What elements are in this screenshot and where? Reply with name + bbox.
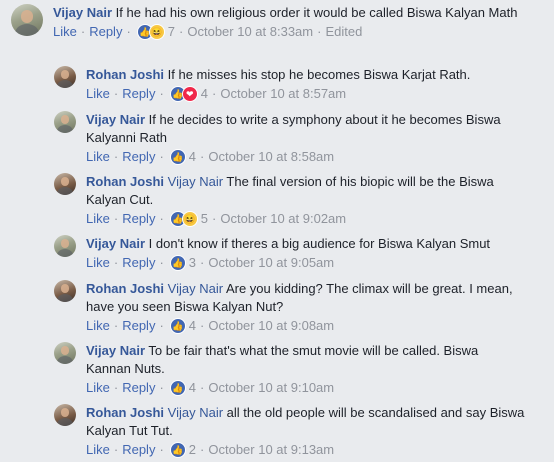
timestamp[interactable]: October 10 at 9:10am xyxy=(208,378,334,398)
mention-link[interactable]: Vijay Nair xyxy=(168,174,223,189)
comment-author[interactable]: Vijay Nair xyxy=(86,112,145,127)
mention-link[interactable]: Vijay Nair xyxy=(168,281,223,296)
timestamp[interactable]: October 10 at 8:57am xyxy=(220,84,346,104)
comment-text: Rohan Joshi Vijay Nair The final version… xyxy=(86,173,526,209)
like-button[interactable]: Like xyxy=(86,147,110,167)
avatar[interactable] xyxy=(54,111,76,133)
like-button[interactable]: Like xyxy=(86,378,110,398)
like-button[interactable]: Like xyxy=(53,22,77,42)
like-button[interactable]: Like xyxy=(86,440,110,460)
comment-author[interactable]: Vijay Nair xyxy=(86,236,145,251)
reactions[interactable]: 👍 xyxy=(169,380,186,396)
reactions[interactable]: 👍 xyxy=(169,149,186,165)
reaction-count[interactable]: 3 xyxy=(189,253,196,273)
comment-actions: Like · Reply · 👍 4 · October 10 at 9:08am xyxy=(86,316,526,336)
comment-actions: Like · Reply · 👍 ❤ 4 · October 10 at 8:57am xyxy=(86,84,536,104)
reply-comment: Rohan Joshi Vijay Nair The final version… xyxy=(54,173,544,229)
comment: Vijay Nair If he had his own religious o… xyxy=(11,4,541,42)
like-reaction-icon: 👍 xyxy=(169,380,186,396)
reply-button[interactable]: Reply xyxy=(122,209,155,229)
comment-actions: Like · Reply · 👍 😆 5 · October 10 at 9:02am xyxy=(86,209,526,229)
comment-author[interactable]: Rohan Joshi xyxy=(86,174,164,189)
reaction-count[interactable]: 4 xyxy=(189,147,196,167)
comment-body: If he misses his stop he becomes Biswa K… xyxy=(167,67,471,82)
reply-button[interactable]: Reply xyxy=(122,378,155,398)
reply-button[interactable]: Reply xyxy=(122,253,155,273)
reply-comment: Rohan Joshi If he misses his stop he bec… xyxy=(54,66,544,104)
comment-text: Rohan Joshi If he misses his stop he bec… xyxy=(86,66,536,84)
reply-button[interactable]: Reply xyxy=(122,84,155,104)
reply-comment: Vijay Nair If he decides to write a symp… xyxy=(54,111,544,167)
comment-text: Rohan Joshi Vijay Nair Are you kidding? … xyxy=(86,280,526,316)
reply-comment: Vijay Nair I don't know if theres a big … xyxy=(54,235,544,273)
avatar[interactable] xyxy=(54,66,76,88)
like-button[interactable]: Like xyxy=(86,84,110,104)
reactions[interactable]: 👍 xyxy=(169,318,186,334)
timestamp[interactable]: October 10 at 9:08am xyxy=(208,316,334,336)
comment-text: Vijay Nair To be fair that's what the sm… xyxy=(86,342,526,378)
avatar[interactable] xyxy=(11,4,43,36)
like-reaction-icon: 👍 xyxy=(169,149,186,165)
comment-body: I don't know if theres a big audience fo… xyxy=(148,236,491,251)
reply-button[interactable]: Reply xyxy=(122,316,155,336)
avatar[interactable] xyxy=(54,280,76,302)
like-button[interactable]: Like xyxy=(86,253,110,273)
comment-author[interactable]: Rohan Joshi xyxy=(86,67,164,82)
comment-author[interactable]: Rohan Joshi xyxy=(86,281,164,296)
edited-label[interactable]: Edited xyxy=(325,22,362,42)
love-reaction-icon: ❤ xyxy=(181,86,198,102)
timestamp[interactable]: October 10 at 8:58am xyxy=(208,147,334,167)
avatar[interactable] xyxy=(54,342,76,364)
comment-body: If he had his own religious order it wou… xyxy=(115,5,518,20)
comment-actions: Like · Reply · 👍 😆 7 · October 10 at 8:33am · … xyxy=(53,22,541,42)
reply-comment: Rohan Joshi Vijay Nair Are you kidding? … xyxy=(54,280,544,336)
reaction-count[interactable]: 5 xyxy=(201,209,208,229)
mention-link[interactable]: Vijay Nair xyxy=(168,405,223,420)
comment-actions: Like · Reply · 👍 3 · October 10 at 9:05am xyxy=(86,253,536,273)
reply-button[interactable]: Reply xyxy=(122,147,155,167)
reactions[interactable]: 👍 xyxy=(169,442,186,458)
comment-body: If he decides to write a symphony about … xyxy=(86,112,501,145)
haha-reaction-icon: 😆 xyxy=(181,211,198,227)
reaction-count[interactable]: 7 xyxy=(168,22,175,42)
reaction-count[interactable]: 4 xyxy=(189,316,196,336)
reaction-count[interactable]: 2 xyxy=(189,440,196,460)
timestamp[interactable]: October 10 at 9:13am xyxy=(208,440,334,460)
reactions[interactable]: 👍 😆 xyxy=(136,24,165,40)
comment-author[interactable]: Vijay Nair xyxy=(53,5,112,20)
reactions[interactable]: 👍 xyxy=(169,255,186,271)
like-reaction-icon: 👍 xyxy=(169,255,186,271)
like-reaction-icon: 👍 xyxy=(169,442,186,458)
reactions[interactable]: 👍 😆 xyxy=(169,211,198,227)
comment-author[interactable]: Vijay Nair xyxy=(86,343,145,358)
like-reaction-icon: 👍 xyxy=(169,318,186,334)
comment-text: Vijay Nair I don't know if theres a big … xyxy=(86,235,536,253)
reply-button[interactable]: Reply xyxy=(89,22,122,42)
comment-text: Rohan Joshi Vijay Nair all the old peopl… xyxy=(86,404,526,440)
comment-actions: Like · Reply · 👍 2 · October 10 at 9:13am xyxy=(86,440,526,460)
reaction-count[interactable]: 4 xyxy=(189,378,196,398)
reaction-count[interactable]: 4 xyxy=(201,84,208,104)
comment-actions: Like · Reply · 👍 4 · October 10 at 9:10am xyxy=(86,378,526,398)
like-button[interactable]: Like xyxy=(86,209,110,229)
avatar[interactable] xyxy=(54,404,76,426)
avatar[interactable] xyxy=(54,173,76,195)
comment-text: Vijay Nair If he decides to write a symp… xyxy=(86,111,526,147)
haha-reaction-icon: 😆 xyxy=(148,24,165,40)
reply-comment: Rohan Joshi Vijay Nair all the old peopl… xyxy=(54,404,544,460)
like-button[interactable]: Like xyxy=(86,316,110,336)
comment-author[interactable]: Rohan Joshi xyxy=(86,405,164,420)
comment-body: To be fair that's what the smut movie wi… xyxy=(86,343,479,376)
timestamp[interactable]: October 10 at 9:02am xyxy=(220,209,346,229)
comment-text: Vijay Nair If he had his own religious o… xyxy=(53,4,541,22)
reply-button[interactable]: Reply xyxy=(122,440,155,460)
comment-actions: Like · Reply · 👍 4 · October 10 at 8:58am xyxy=(86,147,526,167)
reactions[interactable]: 👍 ❤ xyxy=(169,86,198,102)
timestamp[interactable]: October 10 at 8:33am xyxy=(187,22,313,42)
avatar[interactable] xyxy=(54,235,76,257)
timestamp[interactable]: October 10 at 9:05am xyxy=(208,253,334,273)
reply-comment: Vijay Nair To be fair that's what the sm… xyxy=(54,342,544,398)
